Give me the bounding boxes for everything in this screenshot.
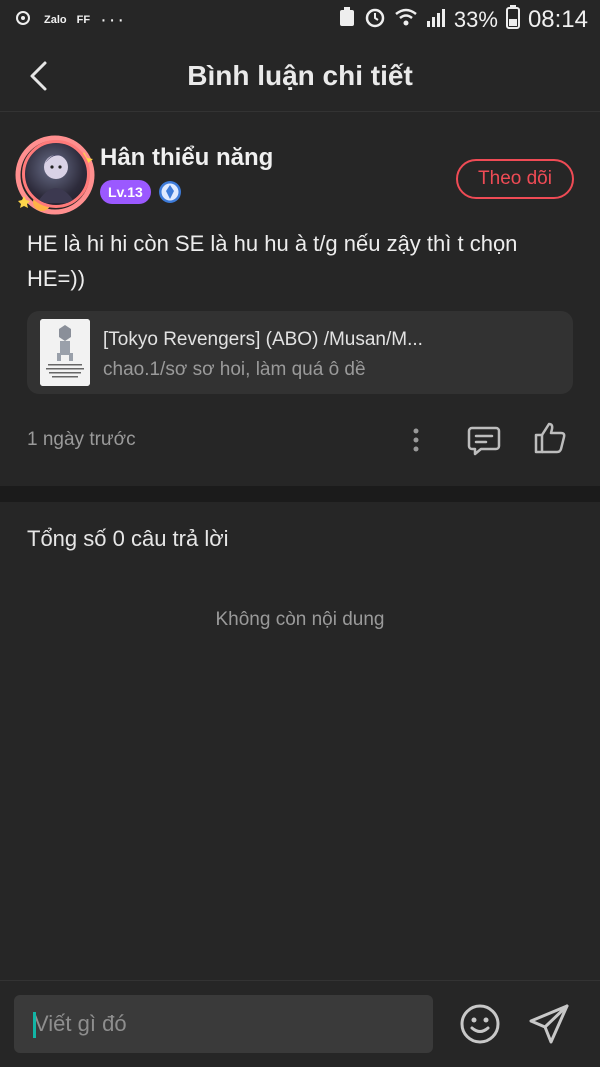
- book-title: [Tokyo Revengers] (ABO) /Musan/M...: [103, 329, 423, 350]
- alarm-icon: [364, 6, 386, 34]
- like-button[interactable]: [532, 420, 568, 456]
- comment-composer: [0, 980, 600, 1067]
- app-header: Bình luận chi tiết: [0, 40, 600, 112]
- thumbs-up-icon: [534, 422, 566, 454]
- send-button[interactable]: [527, 1002, 571, 1046]
- clock-time: 08:14: [527, 6, 588, 33]
- level-badge: Lv.13: [100, 180, 151, 204]
- text-caret: [33, 1012, 36, 1038]
- username[interactable]: Hân thiểu năng: [100, 144, 273, 172]
- book-cover: [40, 319, 90, 386]
- battery-percent: 33%: [453, 7, 498, 32]
- smiley-icon: [460, 1004, 500, 1044]
- chevron-left-icon: [30, 61, 47, 91]
- avatar-image: [37, 154, 75, 203]
- verified-diamond-icon: [159, 181, 181, 203]
- status-bar: Zalo FF ··· 33% 08:14: [0, 0, 600, 40]
- comment-input[interactable]: [14, 995, 433, 1053]
- book-card[interactable]: [Tokyo Revengers] (ABO) /Musan/M... chao…: [27, 311, 573, 394]
- ff-icon: FF: [76, 14, 91, 26]
- signal-icon: [426, 7, 446, 33]
- recycle-icon: [338, 7, 356, 33]
- cloud-eye-icon: [12, 7, 34, 33]
- book-chapter: chao.1/sơ sơ hoi, làm quá ô dề: [103, 359, 366, 380]
- status-right: 33% 08:14: [338, 5, 588, 35]
- comment-card: Hân thiểu năng Lv.13 Theo dõi HE là hi h…: [0, 112, 600, 486]
- vertical-dots-icon: [413, 428, 419, 452]
- battery-icon: [505, 5, 520, 35]
- more-notifications-icon: ···: [100, 8, 127, 31]
- wifi-icon: [394, 7, 418, 33]
- follow-button[interactable]: Theo dõi: [456, 159, 574, 199]
- comment-icon: [467, 426, 501, 456]
- avatar[interactable]: [22, 140, 90, 208]
- empty-state-text: Không còn nội dung: [215, 609, 385, 630]
- paper-plane-icon: [529, 1004, 569, 1044]
- replies-count: Tổng số 0 câu trả lời: [27, 526, 229, 551]
- zalo-icon: Zalo: [44, 14, 67, 26]
- page-title: Bình luận chi tiết: [187, 59, 413, 91]
- reply-button[interactable]: [466, 422, 502, 458]
- comment-time: 1 ngày trước: [27, 429, 136, 450]
- comment-text: HE là hi hi còn SE là hu hu à t/g nếu zậ…: [27, 231, 518, 291]
- emoji-button[interactable]: [459, 1003, 501, 1045]
- status-left: Zalo FF ···: [12, 7, 126, 33]
- back-button[interactable]: [22, 58, 54, 94]
- more-options-button[interactable]: [404, 422, 428, 458]
- section-divider: [0, 486, 600, 502]
